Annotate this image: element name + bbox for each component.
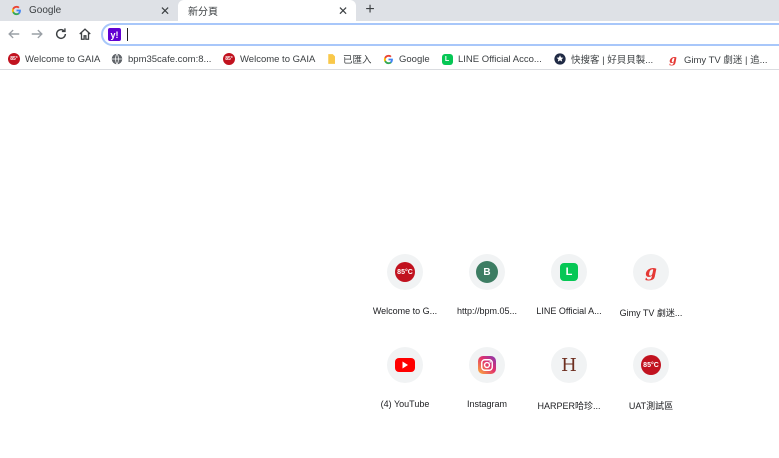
shortcut-tile[interactable]: H HARPER哈珍...	[528, 345, 610, 425]
85c-icon: 85°C	[395, 262, 415, 282]
tab-new-tab[interactable]: 新分頁 ✕	[178, 0, 356, 21]
shortcut-icon-bg	[387, 347, 423, 383]
bookmark-item[interactable]: 快搜客 | 好貝貝製...	[554, 51, 653, 67]
shortcut-icon-bg: 85°C	[633, 347, 669, 383]
folder-icon	[326, 53, 338, 65]
tab-title: 新分頁	[188, 7, 218, 18]
shortcut-label: http://bpm.05...	[456, 306, 518, 316]
line-icon: L	[560, 263, 578, 281]
shortcut-icon-bg: g	[633, 254, 669, 290]
home-button[interactable]	[75, 24, 95, 44]
youtube-icon	[395, 358, 415, 372]
85c-icon: 85°	[223, 53, 235, 65]
close-icon[interactable]: ✕	[158, 4, 172, 18]
shortcut-icon-bg: H	[551, 347, 587, 383]
bookmark-label: Welcome to GAIA	[240, 53, 316, 65]
home-icon	[79, 28, 91, 40]
shortcut-icon-bg: L	[551, 254, 587, 290]
85c-icon: 85°	[8, 53, 20, 65]
letter-h-icon: H	[561, 354, 577, 376]
tab-google[interactable]: Google ✕	[0, 0, 178, 21]
bookmark-item[interactable]: bpm35cafe.com:8...	[111, 51, 211, 67]
shortcut-icon-bg: B	[469, 254, 505, 290]
arrow-left-icon	[8, 29, 20, 39]
letter-b-icon: B	[476, 261, 498, 283]
shortcut-tile[interactable]: g Gimy TV 劇迷...	[610, 252, 692, 332]
shortcut-label: Gimy TV 劇迷...	[619, 308, 683, 318]
reload-icon	[55, 28, 67, 40]
bookmark-label: Welcome to GAIA	[25, 53, 101, 65]
bookmarks-bar: 85° Welcome to GAIA bpm35cafe.com:8... 8…	[0, 48, 779, 70]
bookmark-label: Google	[399, 53, 430, 65]
shortcut-tile[interactable]: L LINE Official A...	[528, 252, 610, 332]
shortcut-label: (4) YouTube	[380, 399, 430, 409]
back-button[interactable]	[4, 24, 24, 44]
shortcut-tile[interactable]: Instagram	[446, 345, 528, 425]
google-icon	[10, 5, 22, 17]
reload-button[interactable]	[51, 24, 71, 44]
globe-icon	[111, 53, 123, 65]
forward-button[interactable]	[27, 24, 47, 44]
shortcut-tile[interactable]: (4) YouTube	[364, 345, 446, 425]
bookmark-label: 快搜客 | 好貝貝製...	[571, 55, 654, 66]
bookmark-item[interactable]: L LINE Official Acco...	[441, 51, 542, 67]
shortcut-icon-bg: 85°C	[387, 254, 423, 290]
bookmark-folder[interactable]: 已匯入	[326, 51, 372, 67]
shortcut-label: LINE Official A...	[536, 306, 602, 316]
shortcut-label: HARPER哈珍...	[537, 401, 601, 411]
bookmark-label: Gimy TV 劇迷 | 追...	[684, 55, 768, 66]
google-icon	[382, 53, 394, 65]
bookmark-label: bpm35cafe.com:8...	[128, 53, 212, 65]
shortcut-tile[interactable]: B http://bpm.05...	[446, 252, 528, 332]
address-bar[interactable]: y!	[101, 23, 779, 46]
gimy-icon: g	[645, 262, 657, 282]
toolbar: y!	[0, 21, 779, 48]
instagram-icon	[478, 356, 496, 374]
bookmark-item[interactable]: g Gimy TV 劇迷 | 追...	[667, 51, 768, 67]
gimy-icon: g	[669, 52, 677, 66]
shortcut-label: Instagram	[466, 399, 508, 409]
close-icon[interactable]: ✕	[336, 4, 350, 18]
tab-strip: Google ✕ 新分頁 ✕ +	[0, 0, 779, 21]
new-tab-button[interactable]: +	[361, 1, 379, 19]
line-icon: L	[441, 53, 453, 65]
bookmark-label: 已匯入	[343, 55, 372, 66]
arrow-right-icon	[31, 29, 43, 39]
address-input[interactable]	[125, 26, 725, 43]
bookmark-item[interactable]: Google	[382, 51, 430, 67]
shortcut-label: UAT測試區	[628, 401, 674, 411]
shortcut-tile[interactable]: 85°C Welcome to G...	[364, 252, 446, 332]
85c-icon: 85°C	[641, 355, 661, 375]
bookmark-item[interactable]: 85° Welcome to GAIA	[8, 51, 100, 67]
shortcut-tile[interactable]: 85°C UAT測試區	[610, 345, 692, 425]
bookmark-item[interactable]: 85° Welcome to GAIA	[223, 51, 315, 67]
shortcut-label: Welcome to G...	[372, 306, 438, 316]
bookmark-label: LINE Official Acco...	[458, 53, 542, 65]
star-badge-icon	[554, 53, 566, 65]
shortcut-icon-bg	[469, 347, 505, 383]
tab-title: Google	[29, 5, 62, 16]
yahoo-icon[interactable]: y!	[108, 28, 121, 41]
